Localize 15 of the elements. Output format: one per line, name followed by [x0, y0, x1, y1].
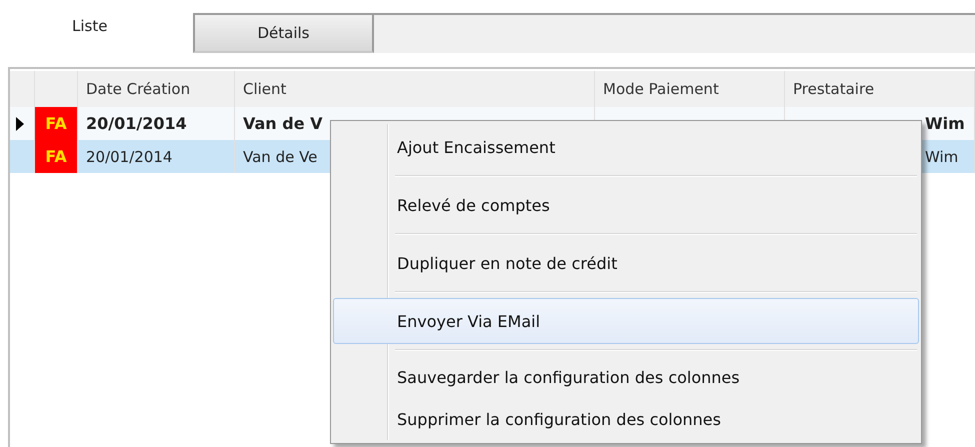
table-cell: 20/01/2014 — [86, 114, 187, 133]
menu-item[interactable]: Supprimer la configuration des colonnes — [333, 398, 919, 440]
table-cell: Wim — [925, 114, 965, 133]
table-cell: Wim — [925, 148, 958, 166]
table-cell: Van de Ve — [243, 148, 318, 166]
type-badge: FA — [35, 107, 77, 140]
table-cell: 20/01/2014 — [86, 148, 172, 166]
menu-item[interactable]: Sauvegarder la configuration des colonnes — [333, 356, 919, 398]
tab[interactable]: Détails — [193, 13, 374, 53]
menu-item[interactable]: Envoyer Via EMail — [333, 298, 919, 344]
menu-item[interactable]: Relevé de comptes — [333, 182, 919, 228]
menu-item[interactable]: Ajout Encaissement — [333, 124, 919, 170]
type-badge: FA — [35, 140, 77, 173]
menu-item[interactable]: Dupliquer en note de crédit — [333, 240, 919, 286]
table-cell: Van de V — [243, 114, 323, 133]
